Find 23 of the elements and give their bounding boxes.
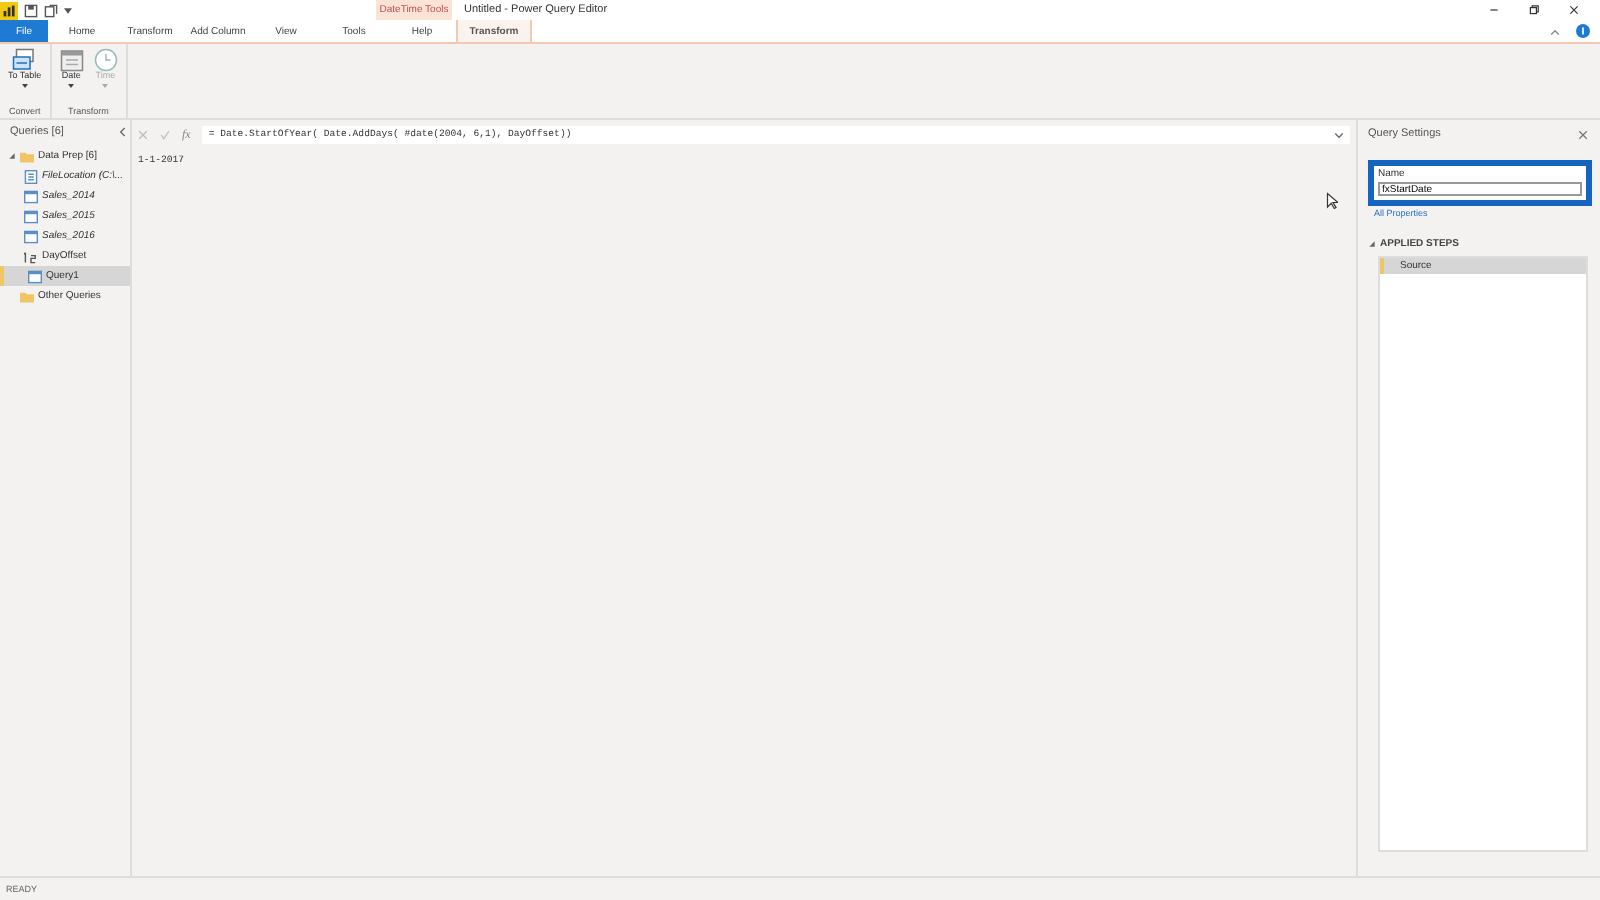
number-type-icon (24, 249, 38, 263)
close-icon[interactable] (1568, 4, 1580, 16)
collapse-ribbon-icon[interactable] (1550, 27, 1560, 35)
folder-icon (20, 149, 34, 163)
expand-arrow-icon[interactable] (8, 152, 16, 160)
table-icon (24, 189, 38, 203)
app-logo-icon (0, 1, 18, 19)
table-icon (24, 209, 38, 223)
mouse-cursor-icon (1326, 192, 1338, 210)
check-icon[interactable] (160, 130, 170, 140)
table-icon (24, 229, 38, 243)
expand-arrow-icon[interactable] (1368, 240, 1376, 248)
expand-caret-icon[interactable] (1334, 131, 1344, 139)
save-icon[interactable] (24, 3, 38, 17)
parameter-icon (24, 169, 38, 183)
caret-icon[interactable] (64, 7, 72, 13)
table-icon (28, 269, 42, 283)
restore-icon[interactable] (1528, 4, 1540, 16)
minimize-icon[interactable] (1488, 4, 1500, 16)
collapse-pane-icon[interactable] (118, 126, 126, 138)
clock-icon (93, 48, 118, 72)
table-icon (12, 48, 37, 72)
help-icon[interactable] (1576, 24, 1590, 38)
